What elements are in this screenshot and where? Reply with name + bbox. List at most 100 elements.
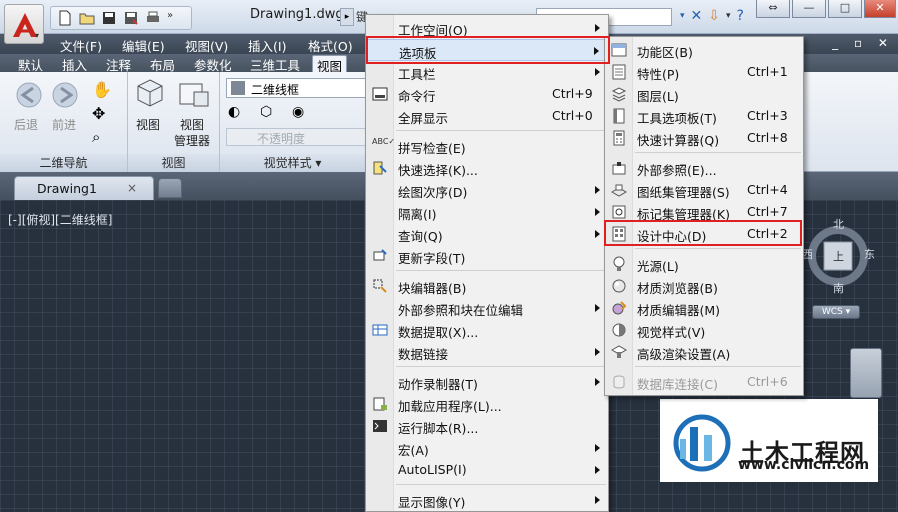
tab-parametric[interactable]: 参数化 [190, 55, 236, 73]
menu-item-palettes[interactable]: 选项板 [366, 39, 608, 61]
forward-icon[interactable] [50, 80, 80, 110]
wireframe-swatch-icon [231, 81, 245, 95]
transparency-slider[interactable]: 不透明度 [226, 128, 366, 146]
menu-edit[interactable]: 编辑(E) [122, 36, 165, 55]
wcs-menu-button[interactable]: WCS ▾ [812, 305, 860, 319]
menu-item-isolate[interactable]: 隔离(I) [366, 201, 608, 223]
title-arrow-button[interactable]: ▸ [340, 8, 354, 26]
tab-insert[interactable]: 插入 [58, 55, 91, 73]
minimize-button[interactable]: — [792, 0, 826, 18]
submenu-item-advanced-render-settings[interactable]: 高级渲染设置(A) [605, 341, 803, 363]
menu-item-toolbars[interactable]: 工具栏 [366, 61, 608, 83]
external-references-icon [612, 162, 626, 175]
menu-format[interactable]: 格式(O) [308, 36, 353, 55]
submenu-item-advanced-render-settings-label: 高级渲染设置(A) [637, 347, 731, 362]
open-folder-icon[interactable] [79, 10, 95, 26]
shortcut-ctrl-7: Ctrl+7 [747, 204, 788, 219]
menu-item-load-application[interactable]: 加载应用程序(L)... [366, 393, 608, 415]
viewport-controls-label[interactable]: [-][俯视][二维线框] [8, 211, 112, 228]
menu-item-draw-order[interactable]: 绘图次序(D) [366, 179, 608, 201]
menu-view[interactable]: 视图(V) [185, 36, 228, 55]
view-manager-label-2: 管理器 [174, 134, 211, 148]
submenu-item-external-references[interactable]: 外部参照(E)... [605, 157, 803, 179]
submenu-item-quickcalc[interactable]: 快速计算器(Q) Ctrl+8 [605, 127, 803, 149]
submenu-item-design-center[interactable]: 设计中心(D) Ctrl+2 [605, 223, 803, 245]
compass-south[interactable]: 南 [833, 280, 844, 296]
submenu-item-ribbon[interactable]: 功能区(B) [605, 39, 803, 61]
visual-style-value: 二维线框 [251, 83, 300, 97]
close-window-button[interactable]: ✕ [864, 0, 896, 18]
visual-style-dropdown[interactable]: 二维线框 [226, 78, 366, 98]
tab-3d-tools[interactable]: 三维工具 [246, 55, 304, 73]
submenu-item-lights[interactable]: 光源(L) [605, 253, 803, 275]
menu-item-display-image[interactable]: 显示图像(Y) [366, 489, 608, 511]
new-file-icon[interactable] [57, 10, 73, 26]
menu-item-autolisp[interactable]: AutoLISP(I) [366, 459, 608, 481]
pan-hand-icon[interactable]: ✋ [92, 80, 112, 99]
view-manager-icon[interactable] [178, 80, 210, 110]
material-icon[interactable]: ◉ [292, 104, 304, 120]
navigation-bar[interactable] [850, 348, 882, 398]
dropdown-arrow-icon[interactable]: ▾ [680, 11, 685, 21]
submenu-item-markup-set-manager[interactable]: 标记集管理器(K) Ctrl+7 [605, 201, 803, 223]
menu-item-data-extraction[interactable]: 数据提取(X)... [366, 319, 608, 341]
menu-item-inquiry[interactable]: 查询(Q) [366, 223, 608, 245]
panel-title-visual-styles[interactable]: 视觉样式 ▾ [220, 154, 365, 172]
compass-east[interactable]: 东 [864, 246, 875, 262]
menu-file[interactable]: 文件(F) [60, 36, 102, 55]
help-icon[interactable]: ? [737, 8, 744, 24]
zoom-extents-icon[interactable]: ⌕ [92, 128, 100, 146]
menu-item-command-line[interactable]: 命令行 Ctrl+9 [366, 83, 608, 105]
menu-item-fullscreen[interactable]: 全屏显示 Ctrl+0 [366, 105, 608, 127]
submenu-item-materials-browser[interactable]: 材质浏览器(B) [605, 275, 803, 297]
menu-item-action-recorder[interactable]: 动作录制器(T) [366, 371, 608, 393]
tab-view[interactable]: 视图 [312, 55, 348, 74]
shading-sphere-icon[interactable]: ◐ [228, 104, 240, 120]
save-icon[interactable] [101, 10, 117, 26]
submenu-item-materials-editor[interactable]: 材质编辑器(M) [605, 297, 803, 319]
tab-drawing1[interactable]: Drawing1 × [14, 176, 154, 200]
more-chevron-icon[interactable]: » [167, 10, 183, 26]
submenu-item-tool-palettes-label: 工具选项板(T) [637, 111, 717, 126]
shortcut-ctrl-2: Ctrl+2 [747, 226, 788, 241]
menu-item-update-fields[interactable]: 更新字段(T) [366, 245, 608, 267]
submenu-item-tool-palettes[interactable]: 工具选项板(T) Ctrl+3 [605, 105, 803, 127]
menu-insert[interactable]: 插入(I) [248, 36, 286, 55]
edges-icon[interactable]: ⬡ [260, 104, 272, 120]
menu-item-macro[interactable]: 宏(A) [366, 437, 608, 459]
autodesk-app-icon[interactable]: ⇩ [708, 8, 720, 24]
menu-item-block-editor[interactable]: 块编辑器(B) [366, 275, 608, 297]
maximize-button[interactable]: □ [828, 0, 862, 18]
print-icon[interactable] [145, 10, 161, 26]
submenu-item-layers[interactable]: 图层(L) [605, 83, 803, 105]
submenu-separator [635, 152, 801, 153]
document-title: Drawing1.dwg [250, 7, 344, 22]
save-as-icon[interactable] [123, 10, 139, 26]
dropdown-arrow-icon-2[interactable]: ▾ [726, 11, 731, 21]
tab-layout[interactable]: 布局 [146, 55, 179, 73]
cube-face-top[interactable]: 上 [833, 248, 844, 264]
back-icon[interactable] [14, 80, 44, 110]
compass-north[interactable]: 北 [833, 216, 844, 232]
view-cube-icon[interactable] [136, 78, 164, 108]
menu-item-workspaces[interactable]: 工作空间(O) [366, 17, 608, 39]
tab-annotate[interactable]: 注释 [102, 55, 135, 73]
tab-default[interactable]: 默认 [14, 55, 47, 73]
new-tab-button[interactable] [158, 178, 182, 198]
tab-close-icon[interactable]: × [127, 181, 137, 195]
exchange-icon[interactable]: ✕ [691, 8, 703, 24]
submenu-item-visual-styles[interactable]: 视觉样式(V) [605, 319, 803, 341]
submenu-arrow-icon [595, 304, 600, 312]
submenu-item-sheet-set-manager[interactable]: 图纸集管理器(S) Ctrl+4 [605, 179, 803, 201]
menu-item-xref-inplace-edit[interactable]: 外部参照和块在位编辑 [366, 297, 608, 319]
menu-item-quick-select[interactable]: 快速选择(K)... [366, 157, 608, 179]
menu-item-spell-check[interactable]: ABC✓ 拼写检查(E) [366, 135, 608, 157]
menu-item-run-script[interactable]: 运行脚本(R)... [366, 415, 608, 437]
menu-item-data-links[interactable]: 数据链接 [366, 341, 608, 363]
orbit-icon[interactable]: ✥ [92, 104, 105, 123]
submenu-separator [635, 248, 801, 249]
swap-window-button[interactable]: ⇔ [756, 0, 790, 18]
mdi-window-controls[interactable]: _ ▫ ✕ [832, 36, 894, 50]
application-menu-button[interactable]: ▾ [4, 4, 44, 44]
submenu-item-properties[interactable]: 特性(P) Ctrl+1 [605, 61, 803, 83]
